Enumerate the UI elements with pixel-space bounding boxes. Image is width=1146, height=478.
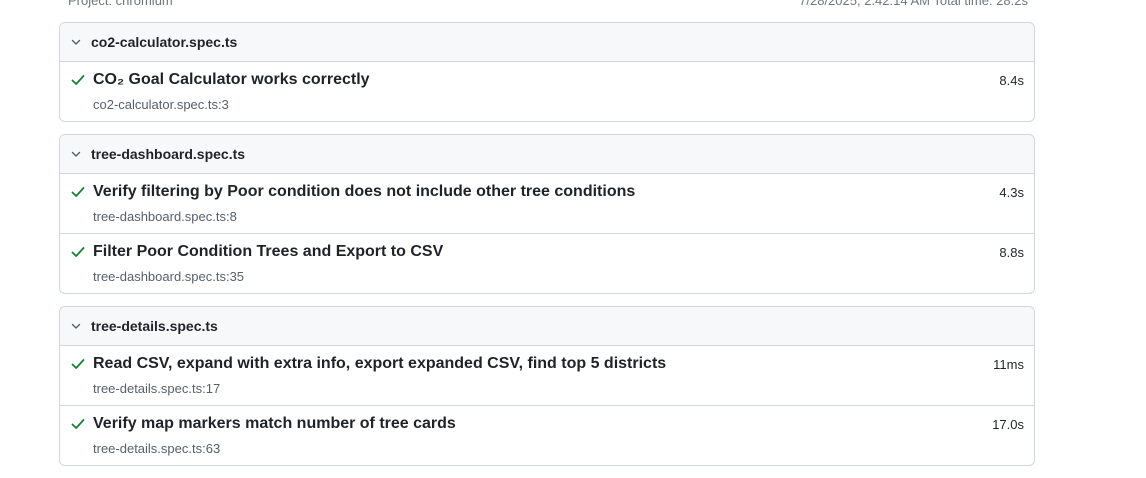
check-icon bbox=[71, 185, 85, 199]
test-location: tree-details.spec.ts:17 bbox=[93, 381, 221, 396]
test-location: tree-dashboard.spec.ts:8 bbox=[93, 209, 237, 224]
test-row[interactable]: CO₂ Goal Calculator works correctly co2-… bbox=[60, 62, 1034, 121]
test-title[interactable]: CO₂ Goal Calculator works correctly bbox=[93, 71, 370, 89]
file-section: co2-calculator.spec.ts CO₂ Goal Calculat… bbox=[59, 22, 1035, 122]
test-duration: 4.3s bbox=[999, 185, 1024, 200]
file-name: co2-calculator.spec.ts bbox=[91, 34, 238, 50]
file-header[interactable]: tree-dashboard.spec.ts bbox=[60, 135, 1034, 174]
check-icon bbox=[71, 73, 85, 87]
test-title[interactable]: Verify filtering by Poor condition does … bbox=[93, 183, 635, 201]
test-location: co2-calculator.spec.ts:3 bbox=[93, 97, 229, 112]
file-header[interactable]: tree-details.spec.ts bbox=[60, 307, 1034, 346]
test-row[interactable]: Read CSV, expand with extra info, export… bbox=[60, 346, 1034, 406]
check-icon bbox=[71, 357, 85, 371]
test-title[interactable]: Filter Poor Condition Trees and Export t… bbox=[93, 243, 443, 261]
test-duration: 11ms bbox=[993, 357, 1024, 372]
chevron-down-icon[interactable] bbox=[70, 320, 82, 332]
test-title[interactable]: Read CSV, expand with extra info, export… bbox=[93, 355, 666, 373]
file-header[interactable]: co2-calculator.spec.ts bbox=[60, 23, 1034, 62]
run-meta: 7/28/2025, 2:42:14 AM Total time: 28.2s bbox=[799, 0, 1028, 8]
check-icon bbox=[71, 417, 85, 431]
test-location: tree-details.spec.ts:63 bbox=[93, 441, 221, 456]
test-duration: 8.8s bbox=[999, 245, 1024, 260]
file-section: tree-dashboard.spec.ts Verify filtering … bbox=[59, 134, 1035, 294]
test-location: tree-dashboard.spec.ts:35 bbox=[93, 269, 245, 284]
report-header: Project: chromium 7/28/2025, 2:42:14 AM … bbox=[60, 0, 1028, 9]
file-name: tree-dashboard.spec.ts bbox=[91, 146, 246, 162]
test-duration: 17.0s bbox=[992, 417, 1024, 432]
test-duration: 8.4s bbox=[999, 73, 1024, 88]
file-section: tree-details.spec.ts Read CSV, expand wi… bbox=[59, 306, 1035, 466]
chevron-down-icon[interactable] bbox=[70, 148, 82, 160]
test-row[interactable]: Filter Poor Condition Trees and Export t… bbox=[60, 234, 1034, 293]
test-title[interactable]: Verify map markers match number of tree … bbox=[93, 415, 456, 433]
check-icon bbox=[71, 245, 85, 259]
test-row[interactable]: Verify map markers match number of tree … bbox=[60, 406, 1034, 465]
project-label: Project: chromium bbox=[68, 0, 173, 8]
chevron-down-icon[interactable] bbox=[70, 36, 82, 48]
file-name: tree-details.spec.ts bbox=[91, 318, 218, 334]
test-row[interactable]: Verify filtering by Poor condition does … bbox=[60, 174, 1034, 234]
